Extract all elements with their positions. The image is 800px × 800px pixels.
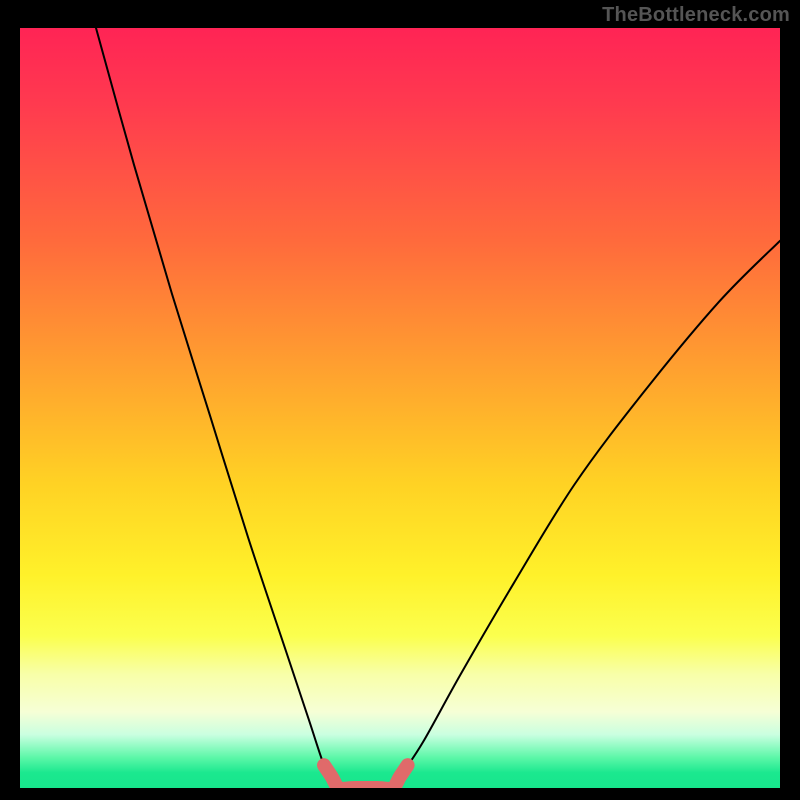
chart-stage: TheBottleneck.com <box>0 0 800 800</box>
watermark-text: TheBottleneck.com <box>602 4 790 27</box>
curve-left-branch <box>96 28 339 788</box>
plot-area <box>20 28 780 788</box>
valley-highlight <box>324 765 408 788</box>
curve-right-branch <box>392 241 780 788</box>
chart-svg <box>20 28 780 788</box>
